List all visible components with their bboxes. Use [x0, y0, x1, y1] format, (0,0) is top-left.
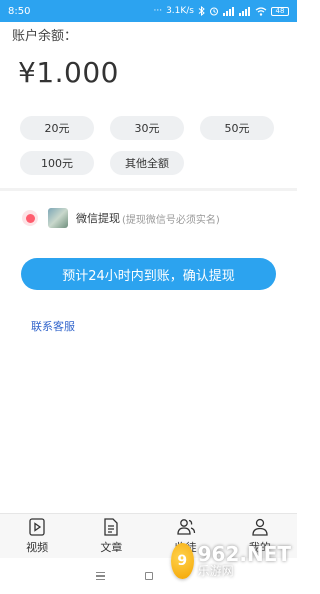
watermark-text: 962.NET 乐游网 [198, 543, 291, 578]
nav-label-video: 视频 [26, 541, 49, 554]
amount-option-30[interactable]: 30元 [110, 116, 184, 140]
wifi-icon [255, 6, 267, 16]
status-time: 8:50 [8, 5, 31, 17]
withdraw-method-note: (提现微信号必须实名) [122, 214, 220, 226]
video-icon [29, 518, 45, 536]
contact-service-link[interactable]: 联系客服 [31, 318, 75, 334]
nav-item-video[interactable]: 视频 [0, 514, 74, 558]
balance-amount: ¥1.000 [18, 56, 119, 89]
withdraw-method-wechat[interactable]: 微信提现 (提现微信号必须实名) [22, 207, 220, 229]
watermark-brand: 962.NET [197, 542, 291, 567]
status-bar: 8:50 ··· 3.1K/s 48 [0, 0, 297, 22]
alarm-icon [209, 6, 219, 16]
confirm-withdraw-button[interactable]: 预计24小时内到账，确认提现 [21, 258, 276, 290]
signal-icon [239, 6, 251, 16]
amount-option-other[interactable]: 其他全额 [110, 151, 184, 175]
article-icon [104, 518, 119, 536]
network-speed: 3.1K/s [166, 6, 194, 16]
watermark-logo-icon: 9 [171, 543, 194, 579]
nav-item-article[interactable]: 文章 [74, 514, 148, 558]
bluetooth-icon [198, 6, 205, 16]
watermark: 9 962.NET 乐游网 [171, 533, 291, 589]
home-icon[interactable] [145, 572, 153, 580]
battery-icon: 48 [271, 6, 289, 16]
amount-option-50[interactable]: 50元 [200, 116, 274, 140]
wechat-thumbnail [48, 208, 68, 228]
nav-label-article: 文章 [100, 541, 123, 554]
menu-icon[interactable] [96, 571, 105, 581]
amount-option-100[interactable]: 100元 [20, 151, 94, 175]
amount-option-20[interactable]: 20元 [20, 116, 94, 140]
withdraw-method-title: 微信提现 [76, 212, 120, 225]
watermark-sub: 乐游网 [197, 564, 234, 579]
status-right: ··· 3.1K/s 48 [153, 6, 289, 16]
section-divider [0, 188, 297, 191]
radio-selected-icon[interactable] [22, 210, 38, 226]
balance-label: 账户余额： [12, 29, 78, 44]
signal-icon [223, 6, 235, 16]
dots-icon: ··· [153, 6, 163, 16]
